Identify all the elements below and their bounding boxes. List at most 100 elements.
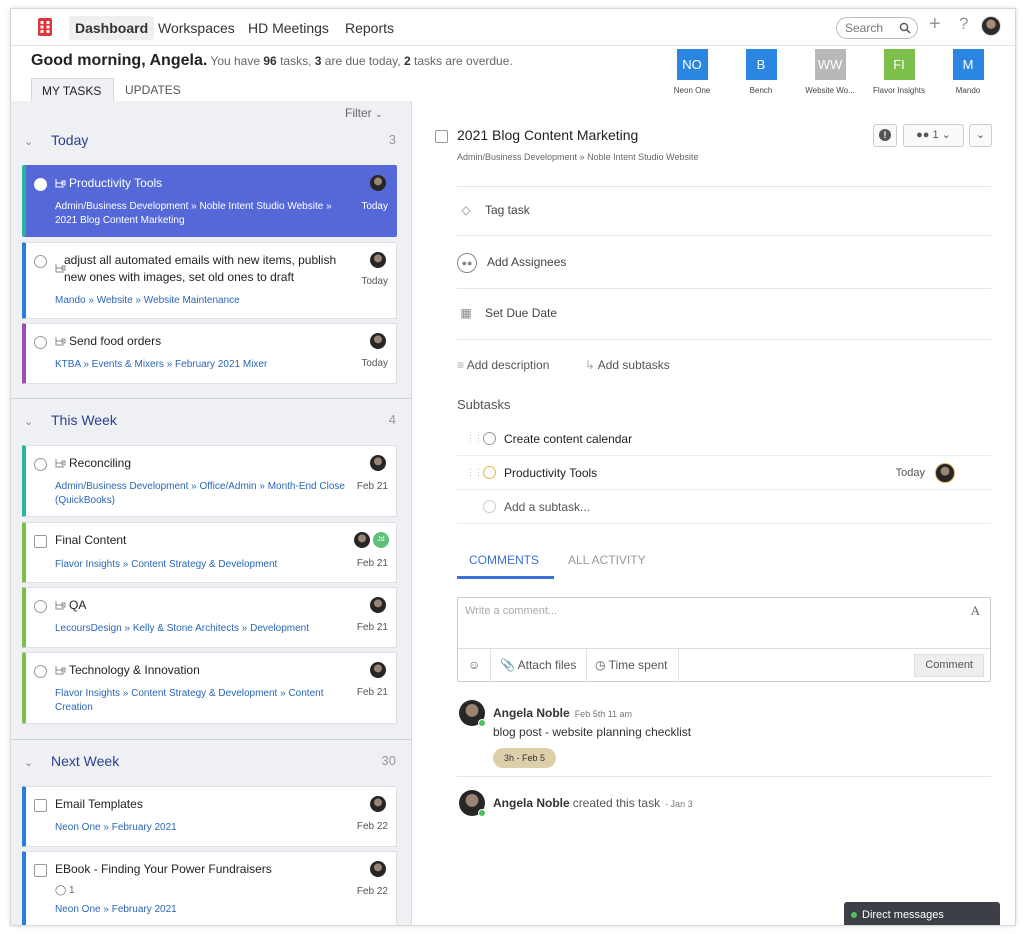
task-checkbox[interactable]: [34, 336, 47, 349]
comment-input[interactable]: Write a comment...: [465, 605, 557, 617]
followers-count: 1: [932, 129, 939, 141]
task-checkbox[interactable]: [34, 255, 47, 268]
text-format-icon[interactable]: A: [971, 603, 980, 619]
subtask-icon: [55, 666, 66, 675]
time-entry-pill[interactable]: 3h - Feb 5: [493, 748, 557, 768]
help-icon[interactable]: ?: [959, 14, 968, 34]
group-next-week[interactable]: ⌄ Next Week 30: [11, 753, 412, 779]
nav-hd-meetings[interactable]: HD Meetings: [242, 16, 335, 40]
task-card[interactable]: QA LecoursDesign » Kelly & Stone Archite…: [22, 587, 397, 648]
activity-author[interactable]: Angela Noble: [493, 796, 570, 810]
detail-task-checkbox[interactable]: [435, 130, 448, 143]
divider: [457, 235, 991, 236]
more-options-button[interactable]: ⌄: [969, 124, 992, 147]
workspace-neon-one[interactable]: NO Neon One: [652, 49, 732, 95]
task-card[interactable]: Send food orders KTBA » Events & Mixers …: [22, 323, 397, 384]
add-subtask-placeholder[interactable]: Add a subtask...: [504, 500, 590, 514]
drag-handle-icon[interactable]: ⋮⋮: [466, 433, 483, 444]
task-card[interactable]: Final Content Flavor Insights » Content …: [22, 522, 397, 583]
subtasks-heading: Subtasks: [457, 397, 511, 412]
time-spent-button[interactable]: ◷ Time spent: [585, 649, 679, 682]
tab-comments[interactable]: COMMENTS: [469, 553, 539, 567]
nav-workspaces[interactable]: Workspaces: [152, 16, 241, 40]
task-checkbox[interactable]: [34, 864, 47, 877]
activity-avatar[interactable]: [459, 790, 486, 817]
task-card[interactable]: Reconciling Admin/Business Development »…: [22, 445, 397, 517]
task-count: 96: [263, 54, 277, 68]
comment-toolbar: ☺ 📎 Attach files ◷ Time spent Comment: [458, 648, 990, 682]
emoji-icon[interactable]: ☺: [458, 649, 492, 682]
paperclip-icon: 📎: [500, 658, 515, 672]
commenter-avatar[interactable]: [459, 700, 486, 727]
task-date: Feb 21: [356, 481, 388, 492]
online-status-dot: [478, 719, 486, 727]
online-status-dot: [478, 809, 486, 817]
task-card[interactable]: EBook - Finding Your Power Fundraisers ◯…: [22, 851, 397, 925]
workspace-website-wo[interactable]: WW Website Wo...: [790, 49, 870, 95]
task-checkbox[interactable]: [34, 799, 47, 812]
top-nav: Dashboard Workspaces HD Meetings Reports…: [11, 9, 1015, 46]
drag-handle-icon[interactable]: ⋮⋮: [466, 467, 483, 478]
task-path: Mando » Website » Website Maintenance: [55, 295, 240, 306]
group-title: This Week: [51, 412, 117, 428]
subtask-checkbox[interactable]: [483, 466, 496, 479]
subtask-icon: [55, 179, 66, 188]
workspace-badge: M: [952, 49, 984, 80]
workspace-badge: B: [745, 49, 777, 80]
subtask-icon: [55, 601, 66, 610]
subtask-row[interactable]: ⋮⋮ Productivity Tools Today: [457, 457, 991, 490]
task-card[interactable]: adjust all automated emails with new ite…: [22, 242, 397, 319]
attach-files-button[interactable]: 📎 Attach files: [490, 649, 588, 682]
user-avatar[interactable]: [981, 16, 1001, 36]
tab-updates[interactable]: UPDATES: [115, 78, 191, 102]
group-today[interactable]: ⌄ Today 3: [11, 132, 412, 158]
comment-button[interactable]: Comment: [914, 654, 984, 677]
task-card[interactable]: Email Templates Neon One » February 2021…: [22, 786, 397, 847]
search-input[interactable]: Search: [836, 17, 918, 39]
group-this-week[interactable]: ⌄ This Week 4: [11, 412, 412, 438]
direct-messages-label: Direct messages: [862, 909, 944, 921]
tab-all-activity[interactable]: ALL ACTIVITY: [568, 553, 646, 567]
subtask-row[interactable]: ⋮⋮ Create content calendar: [457, 423, 991, 456]
subtask-checkbox[interactable]: [483, 432, 496, 445]
app-logo-icon[interactable]: [37, 17, 53, 37]
divider: [457, 339, 991, 340]
chevron-down-icon: ⌄: [375, 109, 383, 119]
tag-task-label: Tag task: [485, 203, 530, 217]
comment-author[interactable]: Angela Noble: [493, 706, 570, 720]
chevron-down-icon: ⌄: [24, 416, 34, 428]
tag-icon: ◇: [461, 203, 471, 217]
nav-reports[interactable]: Reports: [339, 16, 400, 40]
priority-button[interactable]: !: [873, 124, 897, 147]
search-placeholder: Search: [845, 21, 884, 35]
set-due-date-row[interactable]: ▦ Set Due Date: [457, 306, 557, 320]
task-checkbox[interactable]: [34, 535, 47, 548]
direct-messages-button[interactable]: Direct messages: [844, 902, 1000, 925]
filter-dropdown[interactable]: Filter ⌄: [345, 106, 383, 120]
add-description-link[interactable]: ≡ Add description: [457, 358, 549, 372]
workspace-flavor-insights[interactable]: FI Flavor Insights: [859, 49, 939, 95]
attach-files-label: Attach files: [517, 658, 577, 672]
add-assignees-row[interactable]: ●● Add Assignees: [457, 253, 566, 273]
comment-count-value: 1: [68, 885, 75, 896]
add-icon[interactable]: +: [929, 13, 941, 36]
detail-task-title[interactable]: 2021 Blog Content Marketing: [457, 127, 638, 143]
tab-my-tasks[interactable]: MY TASKS: [31, 78, 114, 102]
task-card[interactable]: Technology & Innovation Flavor Insights …: [22, 652, 397, 724]
workspace-bench[interactable]: B Bench: [721, 49, 801, 95]
task-title: EBook - Finding Your Power Fundraisers: [55, 862, 272, 876]
tag-task-row[interactable]: ◇ Tag task: [457, 203, 530, 217]
followers-button[interactable]: ●● 1 ⌄: [903, 124, 964, 147]
task-checkbox[interactable]: [34, 665, 47, 678]
add-subtask-row[interactable]: Add a subtask...: [457, 491, 991, 524]
detail-task-path[interactable]: Admin/Business Development » Noble Inten…: [457, 152, 698, 162]
task-card[interactable]: Productivity Tools Admin/Business Develo…: [22, 165, 397, 237]
nav-dashboard[interactable]: Dashboard: [69, 16, 155, 40]
task-checkbox[interactable]: [34, 458, 47, 471]
task-checkbox[interactable]: [34, 600, 47, 613]
assignee-avatar: [370, 796, 386, 812]
task-checkbox[interactable]: [34, 178, 47, 191]
time-spent-label: Time spent: [608, 658, 668, 672]
add-subtasks-link[interactable]: ↳ Add subtasks: [585, 358, 670, 372]
workspace-mando[interactable]: M Mando: [928, 49, 1008, 95]
